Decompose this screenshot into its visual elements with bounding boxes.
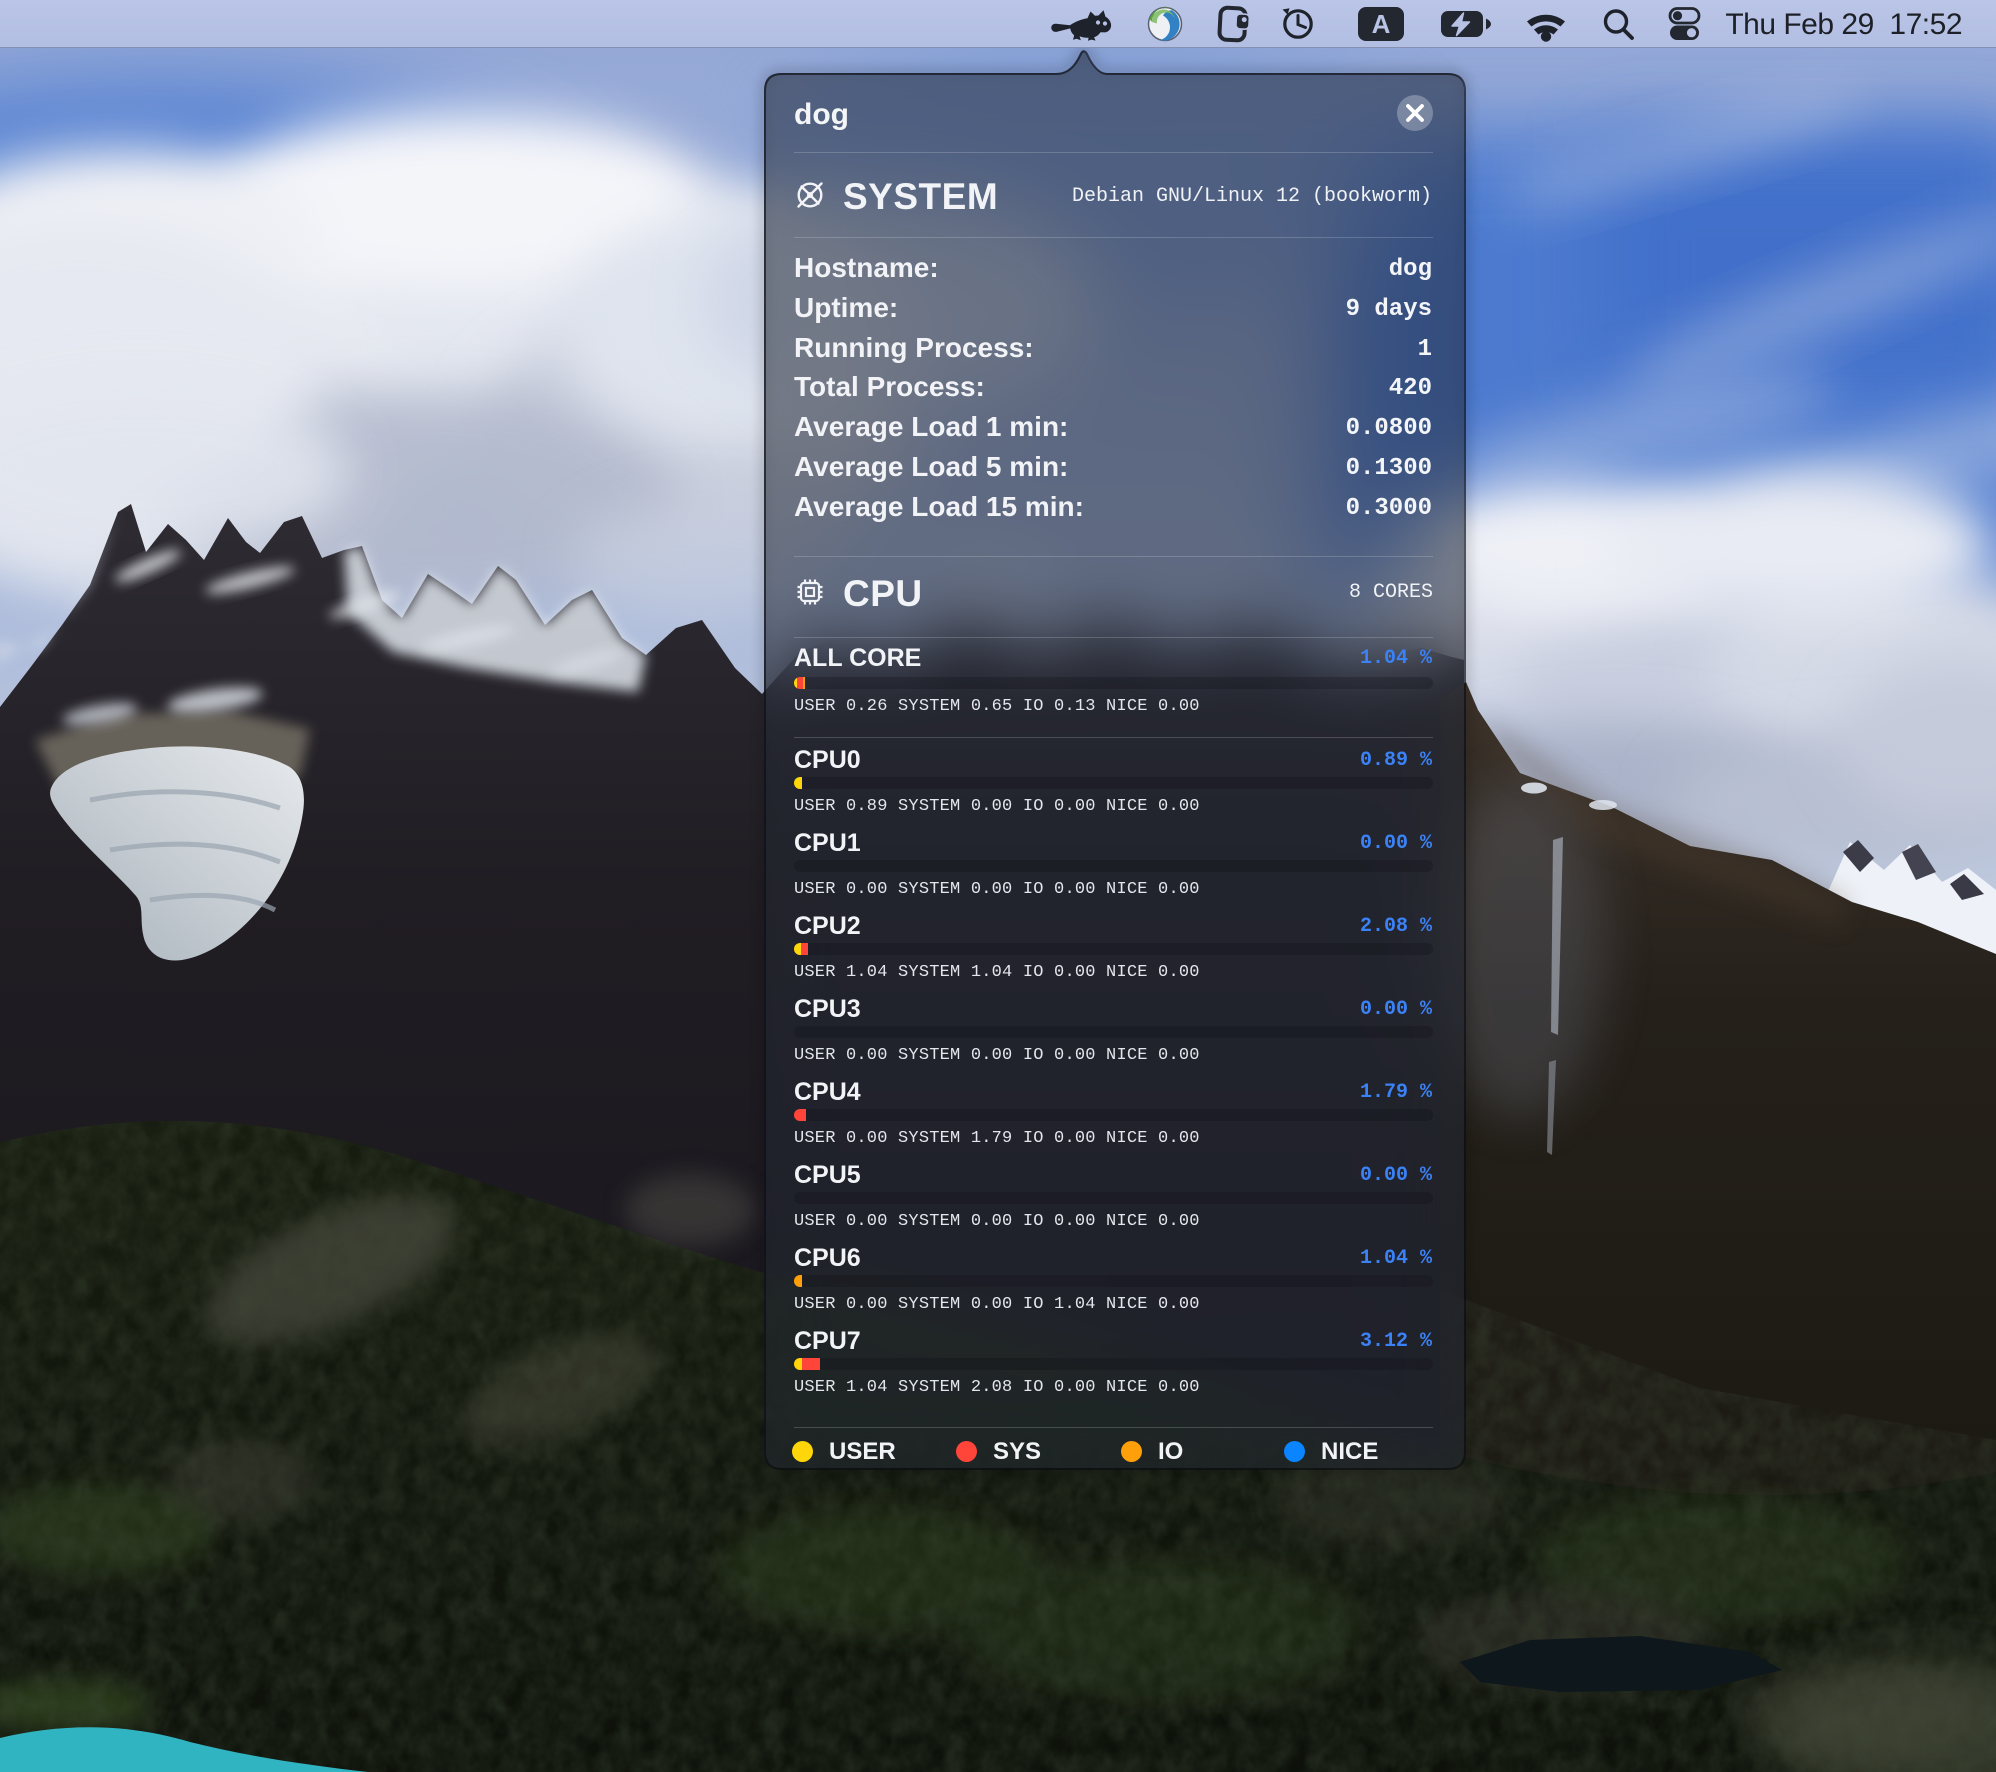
svg-text:A: A [1372,9,1391,39]
